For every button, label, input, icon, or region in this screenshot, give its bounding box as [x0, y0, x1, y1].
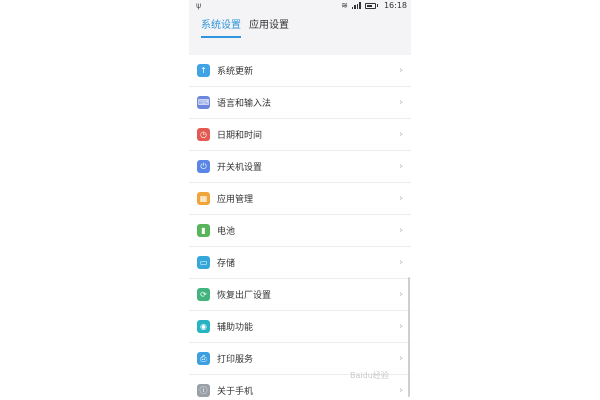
status-right: ≋ 16:18 — [341, 1, 407, 10]
chevron-right-icon: › — [399, 97, 403, 108]
keyboard-icon: ⌨ — [197, 96, 210, 109]
settings-item[interactable]: ◷ 日期和时间 › — [189, 119, 411, 151]
settings-item-label: 系统更新 — [217, 67, 254, 77]
settings-item-label: 打印服务 — [217, 355, 254, 365]
settings-item-label: 语言和输入法 — [217, 99, 272, 109]
accessibility-icon: ◉ — [197, 320, 210, 333]
chevron-right-icon: › — [399, 289, 403, 300]
reset-icon: ⟳ — [197, 288, 210, 301]
settings-item-label: 日期和时间 — [217, 131, 263, 141]
settings-item-label: 电池 — [217, 227, 236, 237]
settings-list: ↑ 系统更新 › ⌨ 语言和输入法 › ◷ 日期和时间 › ⏻ 开关机设置 › ▦ 应用管理 › ▮ 电池 › ▭ 存… — [189, 55, 411, 400]
settings-item-label: 应用管理 — [217, 195, 254, 205]
tab-app-settings[interactable]: 应用设置 — [249, 16, 289, 34]
chevron-right-icon: › — [399, 65, 403, 76]
tab-bar: 系统设置 应用设置 — [189, 12, 411, 38]
settings-item-label: 存储 — [217, 259, 236, 269]
settings-item[interactable]: ▦ 应用管理 › — [189, 183, 411, 215]
chevron-right-icon: › — [399, 225, 403, 236]
watermark: Baidu经验 — [350, 371, 389, 380]
settings-item[interactable]: ⏻ 开关机设置 › — [189, 151, 411, 183]
print-icon: ⎙ — [197, 352, 210, 365]
chevron-right-icon: › — [399, 353, 403, 364]
settings-item[interactable]: ◉ 辅助功能 › — [189, 311, 411, 343]
settings-item[interactable]: ▭ 存储 › — [189, 247, 411, 279]
chevron-right-icon: › — [399, 129, 403, 140]
status-time: 16:18 — [383, 1, 407, 10]
settings-item-label: 辅助功能 — [217, 323, 254, 333]
chevron-right-icon: › — [399, 385, 403, 396]
usb-icon: ψ — [196, 1, 202, 10]
battery-icon: ▮ — [197, 224, 210, 237]
chevron-right-icon: › — [399, 193, 403, 204]
battery-status-icon — [364, 2, 376, 9]
signal-icon — [351, 2, 361, 9]
system-update-icon: ↑ — [197, 64, 210, 77]
settings-item[interactable]: ↑ 系统更新 › — [189, 55, 411, 87]
chevron-right-icon: › — [399, 257, 403, 268]
clock-icon: ◷ — [197, 128, 210, 141]
info-icon: ⓘ — [197, 384, 210, 397]
power-icon: ⏻ — [197, 160, 210, 173]
settings-item-label: 恢复出厂设置 — [217, 291, 272, 301]
chevron-right-icon: › — [399, 161, 403, 172]
phone-screen: ψ ≋ 16:18 系统设置 应用设置 ↑ 系统更新 › ⌨ 语言和输入法 › ◷ 日期和时间… — [189, 0, 411, 400]
settings-item[interactable]: ⌨ 语言和输入法 › — [189, 87, 411, 119]
scrollbar[interactable] — [408, 277, 410, 397]
wifi-icon: ≋ — [341, 1, 348, 10]
settings-item[interactable]: ▮ 电池 › — [189, 215, 411, 247]
chevron-right-icon: › — [399, 321, 403, 332]
status-bar: ψ ≋ 16:18 — [189, 0, 411, 12]
apps-icon: ▦ — [197, 192, 210, 205]
storage-icon: ▭ — [197, 256, 210, 269]
tab-system-settings[interactable]: 系统设置 — [201, 16, 241, 38]
settings-item-label: 关于手机 — [217, 387, 254, 397]
settings-item-label: 开关机设置 — [217, 163, 263, 173]
settings-item[interactable]: ⟳ 恢复出厂设置 › — [189, 279, 411, 311]
